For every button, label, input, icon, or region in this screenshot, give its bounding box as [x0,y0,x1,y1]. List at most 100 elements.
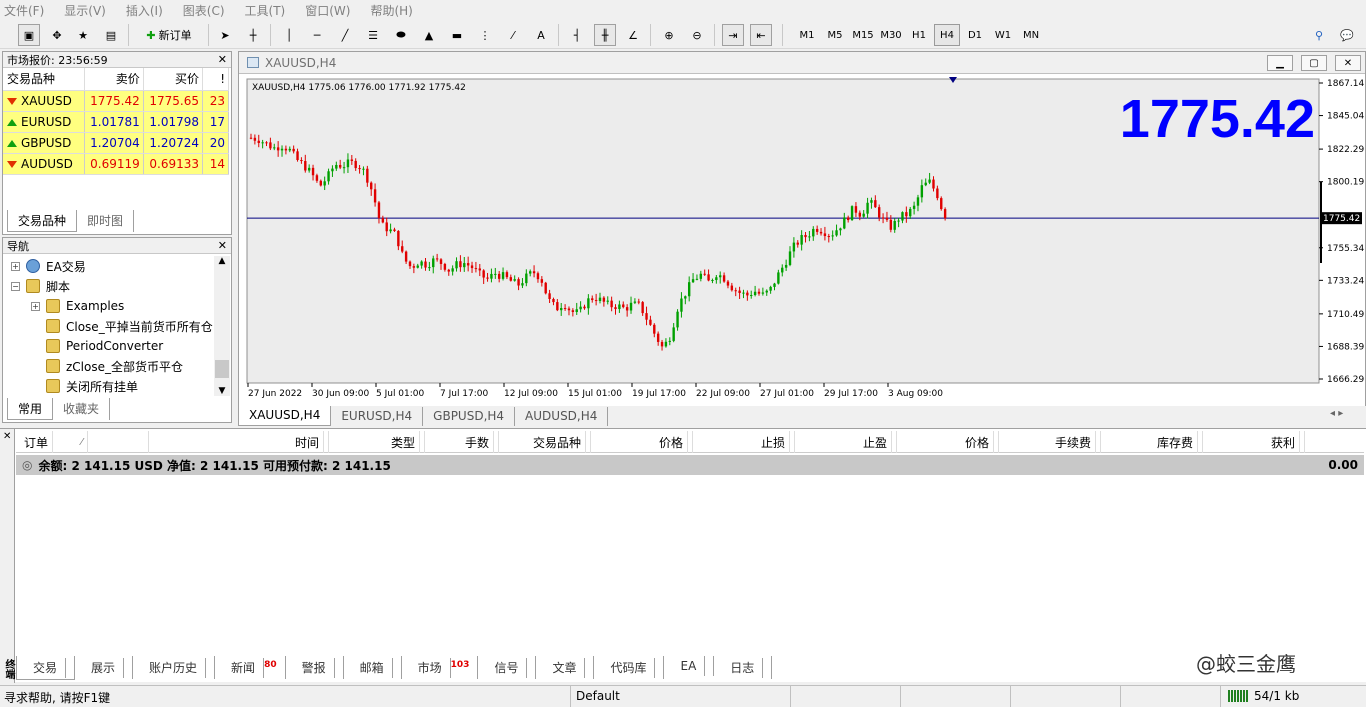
timeframe-w1[interactable]: W1 [990,24,1016,46]
bar-chart-icon[interactable]: ┤ [566,24,588,46]
timeframe-m15[interactable]: M15 [850,24,876,46]
col-header[interactable]: 手续费 [999,431,1101,453]
terminal-tab[interactable]: 交易 [16,656,76,680]
tab-favorites[interactable]: 收藏夹 [53,398,111,420]
close-icon[interactable]: ✕ [218,239,227,252]
col-header[interactable]: 获利 [1203,431,1305,453]
line-chart-icon[interactable]: ∠ [622,24,644,46]
terminal-tab[interactable]: 日志 [714,656,773,679]
autoscroll-icon[interactable]: ⇥ [722,24,744,46]
trendline-icon[interactable]: ╱ [334,24,356,46]
close-icon[interactable]: ✕ [3,431,11,442]
market-row[interactable]: EURUSD 1.01781 1.01798 17 [3,111,229,133]
terminal-tab[interactable]: 账户历史 [133,656,216,679]
candlestick-chart[interactable]: XAUUSD,H4 1775.06 1776.00 1771.92 1775.4… [239,75,1365,407]
timeframe-m30[interactable]: M30 [878,24,904,46]
terminal-tab[interactable]: 警报 [286,656,344,679]
expand-icon[interactable]: + [31,301,40,311]
col-header[interactable]: 价格 [591,431,693,453]
close-window-button[interactable]: ✕ [1335,55,1361,71]
terminal-tab[interactable]: EA [664,656,715,676]
zoom-in-icon[interactable]: ⊕ [658,24,680,46]
text-tool-icon[interactable]: A [530,24,552,46]
scroll-down-icon[interactable]: ▼ [214,386,230,396]
tree-item-script[interactable]: PeriodConverter [11,336,215,356]
market-row[interactable]: AUDUSD 0.69119 0.69133 14 [3,153,229,175]
col-header[interactable]: 止盈 [795,431,897,453]
menu-item-6[interactable]: 帮助(H) [370,2,412,19]
terminal-tab[interactable]: 邮箱 [344,656,402,679]
timeframe-mn[interactable]: MN [1018,24,1044,46]
menu-item-0[interactable]: 文件(F) [4,2,44,19]
tab-scroll-arrows[interactable]: ◂ ▸ [1330,408,1343,419]
menu-item-3[interactable]: 图表(C) [183,2,225,19]
terminal-tab[interactable]: 展示 [75,656,134,679]
tree-item-scripts[interactable]: − 脚本 [11,276,215,296]
col-header[interactable]: 类型 [329,431,425,453]
tree-item-ea[interactable]: + EA交易 [11,256,215,276]
scroll-thumb[interactable] [215,360,229,378]
horizontal-line-icon[interactable]: ─ [306,24,328,46]
search-icon[interactable]: ⚲ [1308,24,1330,46]
timeframe-m1[interactable]: M1 [794,24,820,46]
tree-item-examples[interactable]: + Examples [11,296,215,316]
chart-tab[interactable]: XAUUSD,H4 [238,406,332,426]
fibonacci-icon[interactable]: ⋮ [474,24,496,46]
cursor-icon[interactable]: ➤ [214,24,236,46]
navigator-toggle-icon[interactable]: ▤ [100,24,122,46]
col-header[interactable]: 时间 [149,431,329,453]
chart-shift-icon[interactable]: ⇤ [750,24,772,46]
terminal-tab[interactable]: 新闻 80 [215,656,286,679]
tree-item-script[interactable]: zClose_全部货币平仓 [11,356,215,376]
chart-tab[interactable]: AUDUSD,H4 [515,407,609,426]
chart-tab[interactable]: EURUSD,H4 [331,407,424,426]
timeframe-m5[interactable]: M5 [822,24,848,46]
close-icon[interactable]: ✕ [218,53,227,66]
timeframe-h4[interactable]: H4 [934,24,960,46]
tab-tick-chart[interactable]: 即时图 [77,210,135,232]
gann-icon[interactable]: ⁄ [502,24,524,46]
crosshair-icon[interactable]: ┼ [242,24,264,46]
col-header[interactable]: 库存费 [1101,431,1203,453]
col-ask[interactable]: 买价 [143,68,204,91]
triangle-icon[interactable]: ▲ [418,24,440,46]
terminal-tab[interactable]: 信号 [478,656,537,679]
col-header[interactable]: 价格 [897,431,999,453]
favorites-icon[interactable]: ★ [72,24,94,46]
candle-chart-icon[interactable]: ╫ [594,24,616,46]
terminal-tab[interactable]: 市场 103 [402,656,479,679]
tree-item-script[interactable]: 关闭所有挂单 [11,376,215,396]
expand-icon[interactable]: + [11,261,20,271]
new-order-button[interactable]: ✚ 新订单 [138,24,200,46]
tab-symbols[interactable]: 交易品种 [7,210,78,232]
market-row[interactable]: GBPUSD 1.20704 1.20724 20 [3,132,229,154]
col-header[interactable]: 手数 [425,431,499,453]
col-header[interactable]: 止损 [693,431,795,453]
collapse-icon[interactable]: − [11,281,20,291]
chart-tab[interactable]: GBPUSD,H4 [423,407,516,426]
tree-item-script[interactable]: Close_平掉当前货币所有仓 [11,316,215,336]
channel-icon[interactable]: ☰ [362,24,384,46]
ellipse-icon[interactable]: ⬬ [390,24,412,46]
timeframe-h1[interactable]: H1 [906,24,932,46]
tab-common[interactable]: 常用 [7,398,54,420]
terminal-tab[interactable]: 文章 [536,656,595,679]
vertical-line-icon[interactable]: │ [278,24,300,46]
col-header[interactable]: 交易品种 [499,431,591,453]
col-header[interactable]: 订单 ⁄ [16,431,149,453]
crosshair-profiles-icon[interactable]: ✥ [46,24,68,46]
chat-icon[interactable]: 💬 [1336,24,1358,46]
zoom-out-icon[interactable]: ⊖ [686,24,708,46]
minimize-button[interactable]: ▁ [1267,55,1293,71]
col-bid[interactable]: 卖价 [84,68,144,91]
scroll-up-icon[interactable]: ▲ [214,256,230,266]
navigator-scrollbar[interactable]: ▲ ▼ [214,256,230,396]
terminal-tab[interactable]: 代码库 [594,656,665,679]
balance-row[interactable]: ◎ 余额: 2 141.15 USD 净值: 2 141.15 可用预付款: 2… [16,455,1364,475]
timeframe-d1[interactable]: D1 [962,24,988,46]
menu-item-2[interactable]: 插入(I) [126,2,163,19]
menu-item-5[interactable]: 窗口(W) [305,2,350,19]
restore-button[interactable]: ▢ [1301,55,1327,71]
new-chart-icon[interactable]: ▣ [18,24,40,46]
col-symbol[interactable]: 交易品种 [3,68,85,91]
